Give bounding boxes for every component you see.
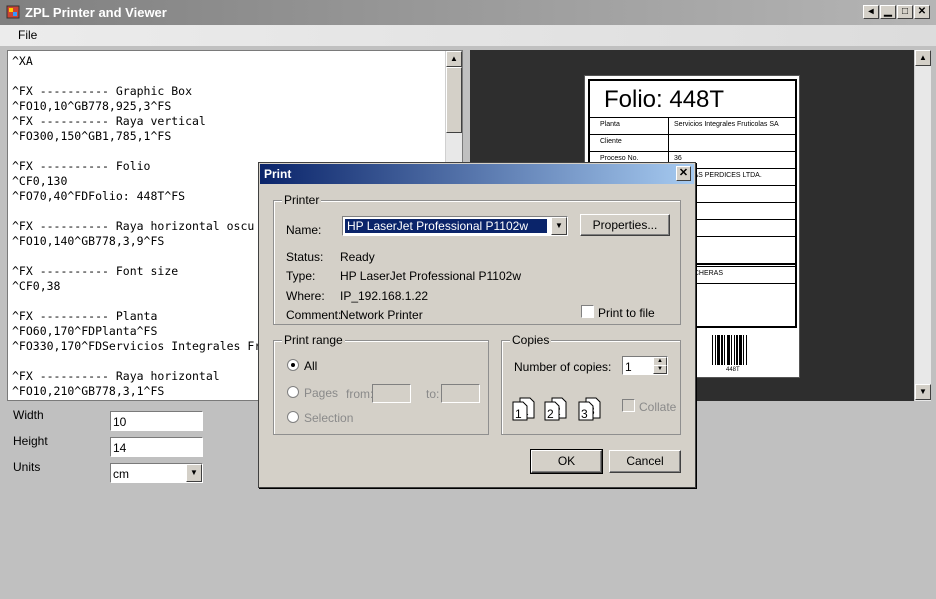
status-label: Status: <box>286 250 324 264</box>
preview-scroll-up-icon[interactable]: ▲ <box>915 50 931 66</box>
print-to-file-label[interactable]: Print to file <box>598 306 655 320</box>
label-folio: Folio: 448T <box>604 86 725 113</box>
units-label: Units <box>13 460 41 474</box>
title-bar: ZPL Printer and Viewer ◂ ▁ □ ✕ <box>0 0 936 25</box>
preview-scrollbar[interactable]: ▲ ▼ <box>914 50 931 401</box>
collate-checkbox[interactable] <box>622 399 635 412</box>
type-label: Type: <box>286 269 316 283</box>
from-input[interactable] <box>372 384 411 403</box>
dialog-title-bar: Print ✕ <box>260 164 694 184</box>
svg-text:2: 2 <box>547 407 554 421</box>
label-row-value: 36 <box>674 155 682 162</box>
barcode-bar <box>746 335 747 365</box>
maximize-button[interactable]: □ <box>897 5 913 19</box>
to-label: to: <box>426 387 440 401</box>
scroll-up-icon[interactable]: ▲ <box>446 51 462 67</box>
collate-pages-1-icon: 1 1 <box>512 397 535 421</box>
print-to-file-checkbox[interactable] <box>581 305 594 318</box>
barcode-bar <box>715 335 716 365</box>
label-row: Planta Servicios Integrales Fruticolas SA <box>590 117 795 134</box>
barcode-bar <box>727 335 730 365</box>
name-label: Name: <box>286 223 322 237</box>
scroll-thumb[interactable] <box>446 67 462 133</box>
all-label[interactable]: All <box>304 359 317 373</box>
label-row-value: Servicios Integrales Fruticolas SA <box>674 121 779 128</box>
radio-selection[interactable] <box>287 411 299 423</box>
type-value: HP LaserJet Professional P1102w <box>340 269 521 283</box>
comment-label: Comment: <box>286 308 342 322</box>
comment-value: Network Printer <box>340 308 423 322</box>
units-select[interactable]: cm ▼ <box>110 463 203 483</box>
print-dialog: Print ✕ Printer Name: HP LaserJet Profes… <box>258 162 696 488</box>
radio-all[interactable] <box>287 359 299 371</box>
width-label: Width <box>13 408 44 422</box>
window-title: ZPL Printer and Viewer <box>25 5 167 20</box>
label-row-key: Proceso No. <box>600 155 639 162</box>
svg-text:1: 1 <box>515 407 522 421</box>
number-of-copies-label: Number of copies: <box>514 360 612 374</box>
copies-group-title: Copies <box>510 333 552 347</box>
height-input[interactable]: 14 <box>110 437 203 457</box>
barcode-bar <box>717 335 720 365</box>
label-row-key: Cliente <box>600 138 622 145</box>
copies-group: Copies Number of copies: 1 ▲ ▼ 1 1 2 2 3… <box>501 333 681 435</box>
width-input[interactable]: 10 <box>110 411 203 431</box>
preview-scroll-down-icon[interactable]: ▼ <box>915 384 931 400</box>
close-button[interactable]: ✕ <box>914 5 930 19</box>
label-row-key: Planta <box>600 121 620 128</box>
menu-file[interactable]: File <box>18 28 37 42</box>
properties-button[interactable]: Properties... <box>580 214 670 236</box>
printer-name-select[interactable]: HP LaserJet Professional P1102w ▼ <box>342 216 568 236</box>
where-label: Where: <box>286 289 325 303</box>
ok-button[interactable]: OK <box>530 449 603 474</box>
svg-text:3: 3 <box>581 407 588 421</box>
barcode-bar <box>736 335 738 365</box>
minimize-button[interactable]: ▁ <box>880 5 896 19</box>
radio-pages[interactable] <box>287 386 299 398</box>
copies-value: 1 <box>625 360 632 374</box>
barcode-bar <box>731 335 732 365</box>
restore-down-icon[interactable]: ◂ <box>863 5 879 19</box>
chevron-down-icon[interactable]: ▼ <box>186 464 202 482</box>
barcode-bar <box>739 335 742 365</box>
to-input[interactable] <box>441 384 480 403</box>
barcode-bar <box>734 335 735 365</box>
from-label: from: <box>346 387 374 401</box>
copies-spinner[interactable]: 1 ▲ ▼ <box>622 356 668 375</box>
printer-group: Printer Name: HP LaserJet Professional P… <box>273 193 681 325</box>
units-value: cm <box>113 467 129 481</box>
pages-label[interactable]: Pages <box>304 386 338 400</box>
barcode-bar <box>743 335 744 365</box>
selection-label[interactable]: Selection <box>304 411 353 425</box>
printer-group-title: Printer <box>282 193 322 207</box>
collate-pages-2-icon: 2 2 <box>544 397 567 421</box>
print-range-group-title: Print range <box>282 333 345 347</box>
height-label: Height <box>13 434 48 448</box>
spin-down-icon[interactable]: ▼ <box>653 365 667 374</box>
cancel-button[interactable]: Cancel <box>609 450 681 473</box>
collate-label[interactable]: Collate <box>639 400 676 414</box>
collate-pages-3-icon: 3 3 <box>578 397 601 421</box>
status-value: Ready <box>340 250 375 264</box>
label-row: Cliente <box>590 134 795 151</box>
chevron-down-icon[interactable]: ▼ <box>551 217 567 235</box>
barcode-bar <box>712 335 713 365</box>
printer-name-value: HP LaserJet Professional P1102w <box>345 219 547 233</box>
menu-bar: File <box>0 25 936 46</box>
print-range-group: Print range All Pages from: to: Selectio… <box>273 333 489 435</box>
barcode-bar <box>724 335 725 365</box>
dialog-close-icon[interactable]: ✕ <box>676 166 691 181</box>
dialog-title: Print <box>264 167 292 181</box>
barcode-text: 448T <box>726 367 740 373</box>
where-value: IP_192.168.1.22 <box>340 289 429 303</box>
barcode-image <box>712 335 747 365</box>
barcode-bar <box>721 335 723 365</box>
app-icon <box>6 5 20 19</box>
